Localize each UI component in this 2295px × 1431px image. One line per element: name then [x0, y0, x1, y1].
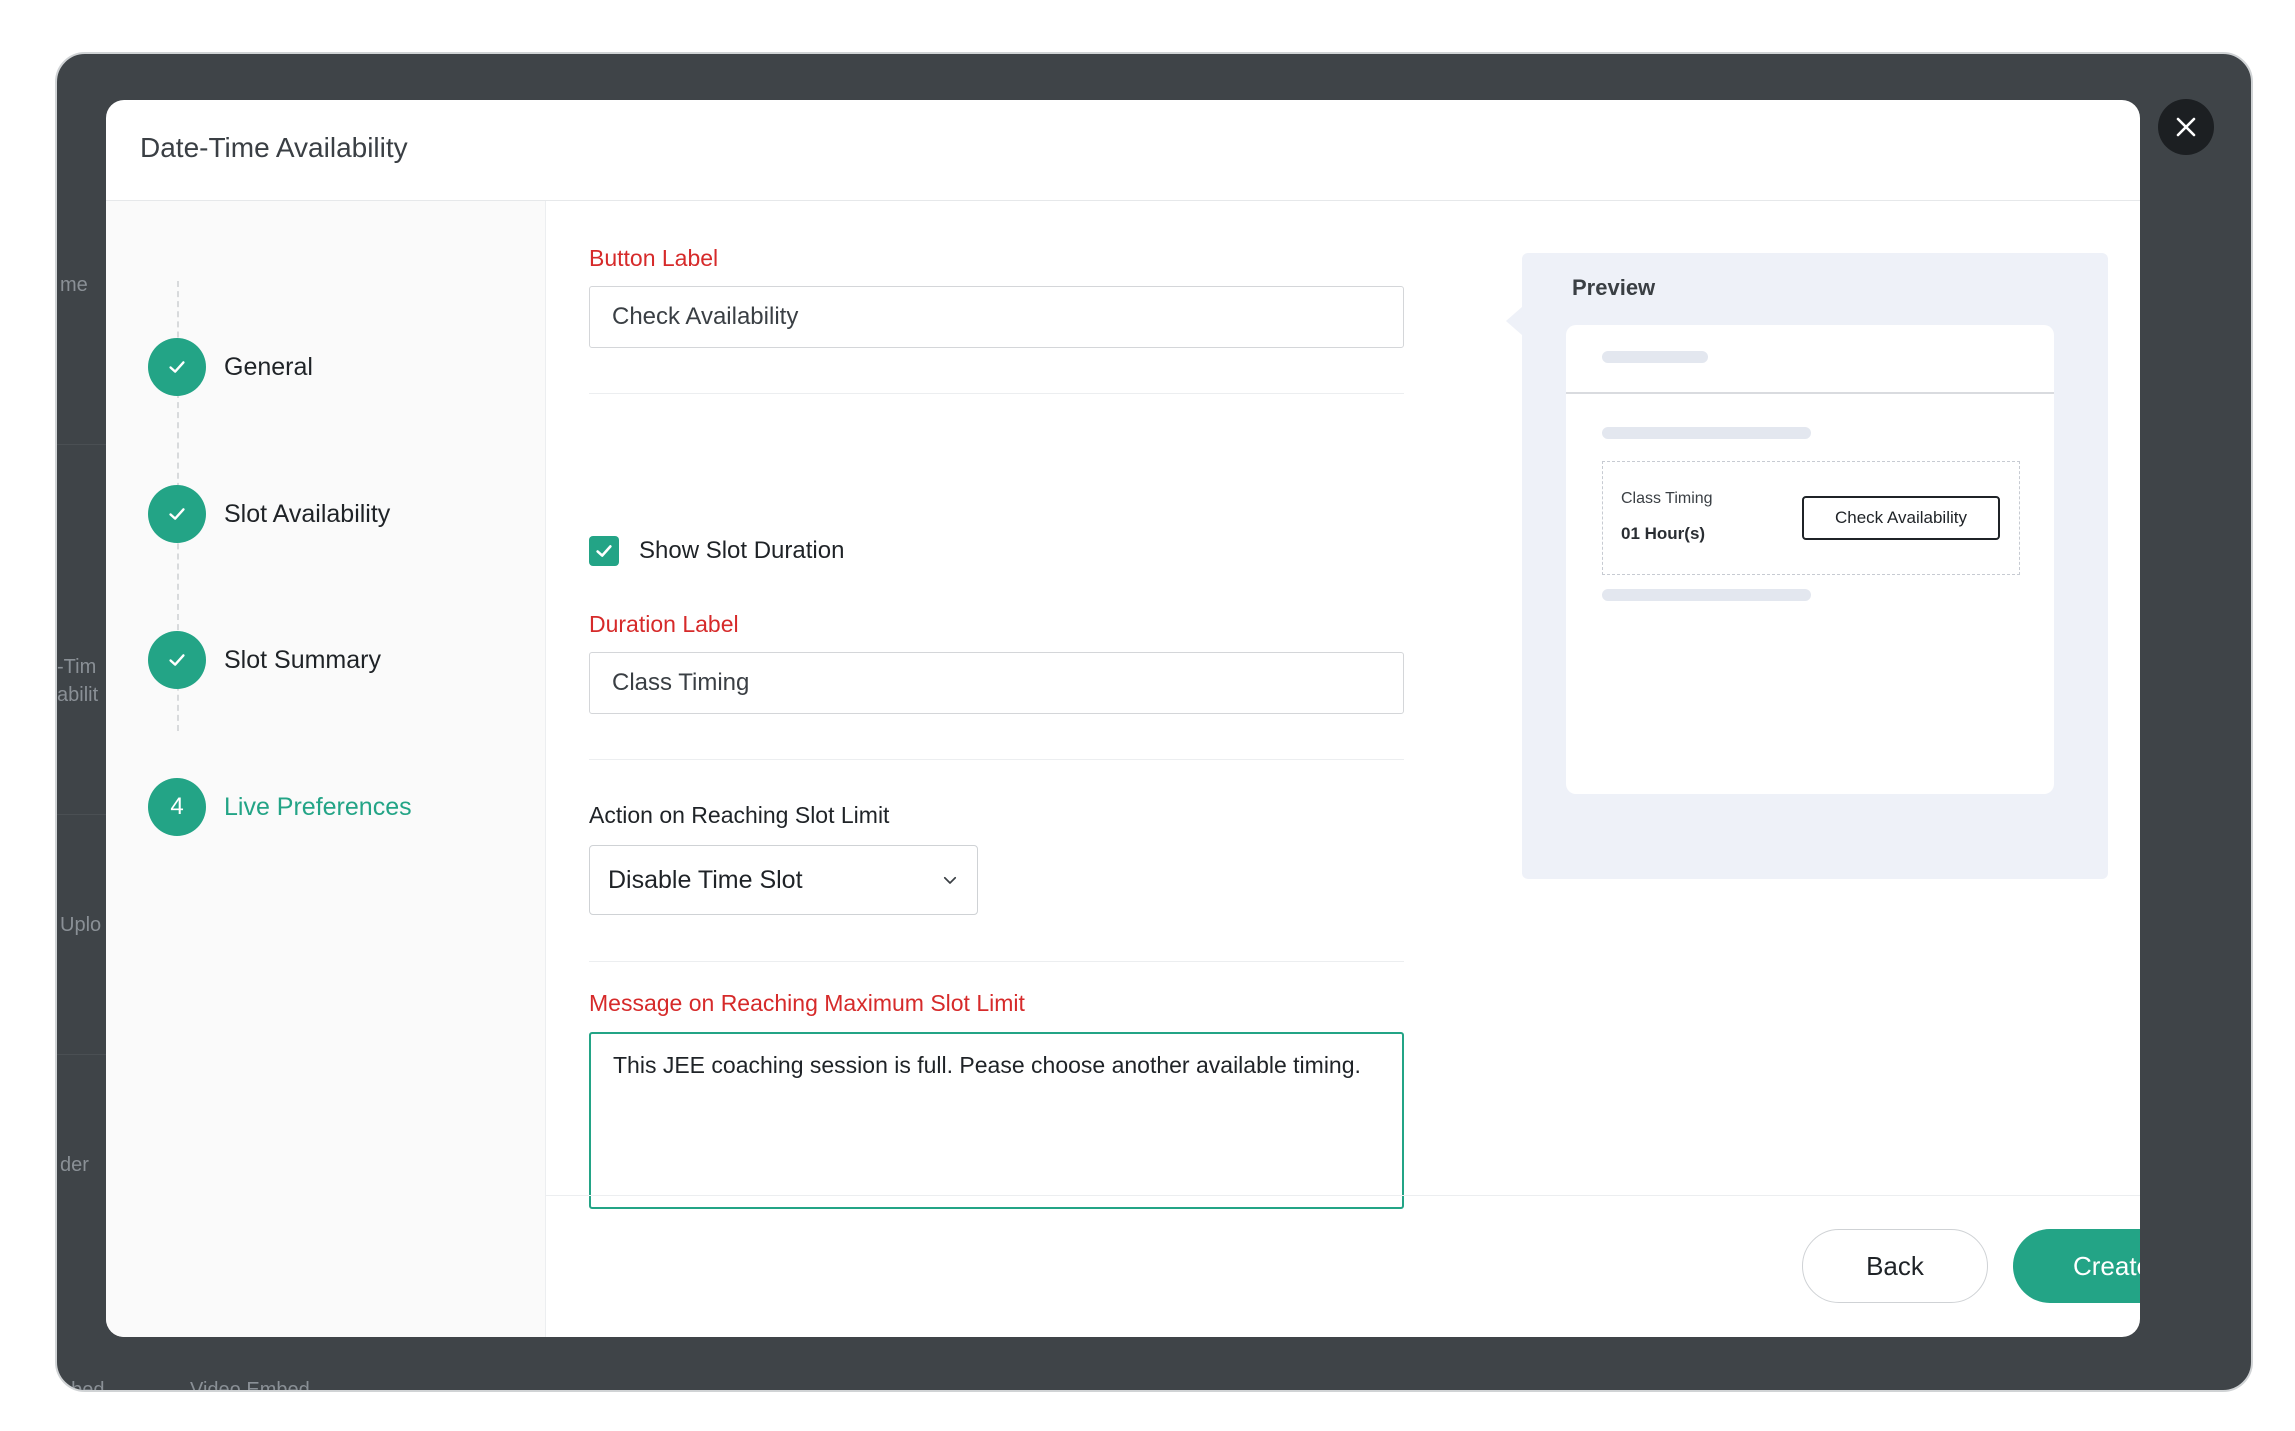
background-divider — [57, 444, 109, 445]
preview-panel: Preview Class Timing 01 Hour(s) Check Av… — [1506, 253, 2108, 879]
background-divider — [57, 814, 109, 815]
skeleton-line — [1602, 351, 1708, 363]
modal-footer: Back Create — [546, 1195, 2140, 1337]
skeleton-line — [1602, 427, 1811, 439]
card-divider — [1566, 392, 2054, 394]
background-sidebar-text: -Tim — [57, 656, 97, 678]
show-slot-duration-label: Show Slot Duration — [639, 537, 845, 564]
preview-slot-value: 01 Hour(s) — [1621, 524, 1706, 543]
select-value: Disable Time Slot — [608, 865, 803, 894]
show-slot-duration-toggle[interactable]: Show Slot Duration — [589, 536, 844, 566]
step-live-preferences[interactable]: 4 Live Preferences — [148, 777, 412, 837]
step-general[interactable]: General — [148, 337, 313, 397]
preview-slot-label: Class Timing — [1621, 490, 1713, 507]
preview-title: Preview — [1572, 275, 1656, 300]
section-divider — [589, 961, 1404, 962]
section-divider — [589, 759, 1404, 760]
step-label: General — [224, 352, 313, 381]
checkmark-icon — [596, 545, 612, 557]
background-sidebar-text: abilit — [57, 684, 99, 706]
section-divider — [589, 393, 1404, 394]
preview-card: Class Timing 01 Hour(s) Check Availabili… — [1566, 325, 2054, 794]
checkmark-icon — [169, 654, 185, 666]
duration-label-label: Duration Label — [589, 611, 739, 637]
back-button[interactable]: Back — [1802, 1229, 1988, 1303]
background-sidebar-text: Uplo — [60, 914, 102, 936]
background-divider — [57, 1054, 109, 1055]
background-sidebar-text: der — [60, 1154, 89, 1176]
step-number-circle: 4 — [148, 778, 206, 836]
step-complete-circle — [148, 338, 206, 396]
checkmark-icon — [169, 361, 185, 373]
date-time-availability-modal: Date-Time Availability General Slot Avai… — [106, 100, 2140, 1337]
preview-slot-box: Class Timing 01 Hour(s) Check Availabili… — [1602, 461, 2020, 575]
max-slot-message-textarea[interactable]: This JEE coaching session is full. Pease… — [589, 1032, 1404, 1209]
create-button[interactable]: Create — [2013, 1229, 2140, 1303]
background-sidebar-text: me — [60, 274, 88, 296]
preview-pointer — [1506, 307, 1522, 335]
close-icon — [2176, 117, 2196, 137]
step-navigation: General Slot Availability Slot Summary 4… — [106, 201, 546, 1337]
close-button[interactable] — [2158, 99, 2214, 155]
step-label: Slot Availability — [224, 499, 391, 528]
show-slot-duration-checkbox[interactable] — [589, 536, 619, 566]
duration-label-input[interactable] — [589, 652, 1404, 714]
step-complete-circle — [148, 485, 206, 543]
step-complete-circle — [148, 631, 206, 689]
step-label-active: Live Preferences — [224, 792, 412, 821]
background-sidebar-text: Video Embed — [190, 1379, 310, 1392]
modal-header: Date-Time Availability — [106, 100, 2140, 201]
max-slot-message-label: Message on Reaching Maximum Slot Limit — [589, 990, 1025, 1016]
step-slot-availability[interactable]: Slot Availability — [148, 484, 390, 544]
button-label-label: Button Label — [589, 245, 719, 271]
step-label: Slot Summary — [224, 645, 381, 674]
preview-check-availability-button: Check Availability — [1802, 496, 2000, 540]
modal-title: Date-Time Availability — [140, 132, 408, 163]
slot-limit-action-select[interactable]: Disable Time Slot — [589, 845, 978, 915]
chevron-down-icon — [943, 876, 957, 884]
background-sidebar-text: nbed — [60, 1379, 105, 1392]
button-label-input[interactable] — [589, 286, 1404, 348]
checkmark-icon — [169, 508, 185, 520]
skeleton-line — [1602, 589, 1811, 601]
step-slot-summary[interactable]: Slot Summary — [148, 630, 381, 690]
slot-limit-action-label: Action on Reaching Slot Limit — [589, 802, 890, 828]
